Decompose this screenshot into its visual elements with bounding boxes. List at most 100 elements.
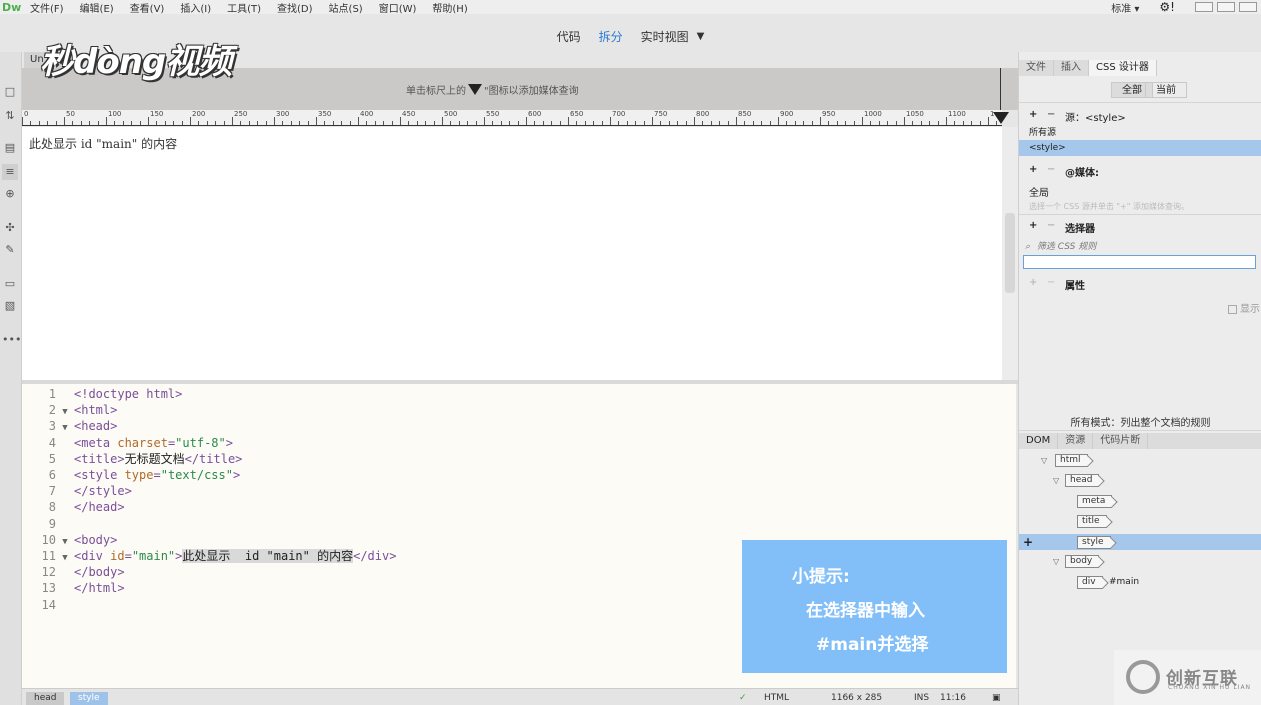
no-errors-icon[interactable]: ✓ bbox=[739, 692, 747, 705]
code-line[interactable]: 2 ▼ <html> bbox=[22, 402, 118, 418]
gear-icon[interactable]: ⚙! bbox=[1159, 0, 1175, 14]
code-line[interactable]: 12 </body> bbox=[22, 564, 125, 580]
code-line[interactable]: 10 ▼ <body> bbox=[22, 532, 118, 548]
selector-input[interactable] bbox=[1023, 255, 1256, 269]
add-selector-icon[interactable]: + bbox=[1029, 220, 1037, 231]
code-line[interactable]: 6 <style type="text/css"> bbox=[22, 467, 240, 483]
code-line[interactable]: 1 <!doctype html> bbox=[22, 386, 183, 402]
menu-view[interactable]: 查看(V) bbox=[122, 0, 173, 15]
show-set-checkbox[interactable] bbox=[1227, 304, 1237, 314]
current-mode-button[interactable]: 当前 bbox=[1145, 82, 1187, 98]
format-source-icon[interactable]: ≡ bbox=[2, 164, 18, 180]
minimize-button[interactable] bbox=[1195, 2, 1213, 12]
media-query-marker-icon bbox=[468, 84, 482, 95]
dom-node-meta[interactable]: meta bbox=[1077, 495, 1113, 508]
menu-window[interactable]: 窗口(W) bbox=[371, 0, 425, 15]
ruler-handle-icon[interactable] bbox=[993, 112, 1009, 124]
code-line[interactable]: 3 ▼ <head> bbox=[22, 418, 118, 434]
tab-css-designer[interactable]: CSS 设计器 bbox=[1089, 60, 1157, 76]
ruler-tick bbox=[853, 121, 855, 125]
menu-file[interactable]: 文件(F) bbox=[22, 0, 72, 15]
code-line[interactable]: 4 <meta charset="utf-8"> bbox=[22, 435, 233, 451]
menu-find[interactable]: 查找(D) bbox=[269, 0, 321, 15]
code-line[interactable]: 5 <title>无标题文档</title> bbox=[22, 451, 243, 467]
main-div-content[interactable]: 此处显示 id "main" 的内容 bbox=[29, 135, 177, 152]
dom-node-style[interactable]: style bbox=[1077, 536, 1111, 549]
maximize-button[interactable] bbox=[1217, 2, 1235, 12]
more-icon[interactable]: ••• bbox=[2, 332, 21, 348]
ruler-tick bbox=[660, 121, 662, 125]
new-document-icon[interactable]: □ bbox=[2, 84, 18, 100]
preview-icon[interactable]: ▣ bbox=[992, 692, 1001, 705]
tab-assets[interactable]: 资源 bbox=[1058, 433, 1094, 449]
live-view-dropdown-icon[interactable]: ▼ bbox=[697, 31, 705, 42]
comment-icon[interactable]: ▭ bbox=[2, 276, 18, 292]
dom-selected-row[interactable] bbox=[1019, 534, 1261, 550]
add-property-icon[interactable]: + bbox=[1029, 277, 1037, 288]
code-line[interactable]: 14 bbox=[22, 597, 74, 613]
remove-source-icon[interactable]: − bbox=[1047, 109, 1055, 120]
tab-snippets[interactable]: 代码片断 bbox=[1093, 433, 1149, 449]
collapse-head-icon[interactable]: ▽ bbox=[1053, 476, 1059, 485]
menu-edit[interactable]: 编辑(E) bbox=[72, 0, 122, 15]
ruler-label: 950 bbox=[822, 110, 836, 118]
code-line[interactable]: 8 </head> bbox=[22, 499, 125, 515]
wrap-tag-icon[interactable]: ✣ bbox=[2, 220, 18, 236]
tab-dom[interactable]: DOM bbox=[1019, 433, 1059, 449]
all-sources-item[interactable]: 所有源 bbox=[1019, 125, 1261, 138]
menu-tools[interactable]: 工具(T) bbox=[219, 0, 269, 15]
show-set-toggle[interactable]: 显示 bbox=[1019, 300, 1261, 315]
workspace-layout-select[interactable]: 标准 ▾ bbox=[1111, 0, 1139, 15]
live-view-scrollbar[interactable] bbox=[1002, 127, 1018, 380]
document-type-select[interactable]: HTML bbox=[764, 692, 789, 705]
split-view-button[interactable]: 拆分 bbox=[599, 28, 623, 45]
css-designer-panel: 文件 插入 CSS 设计器 全部 当前 + − 源：<style> 所有源 <s… bbox=[1018, 52, 1261, 705]
sort-icon[interactable]: ⇅ bbox=[2, 108, 18, 124]
brush-icon[interactable]: ✎ bbox=[2, 242, 18, 258]
code-token-tag: <meta bbox=[74, 435, 118, 450]
global-media-item[interactable]: 全局 bbox=[1019, 184, 1261, 199]
filter-css-rules[interactable]: ⌕ 筛选 CSS 规则 bbox=[1019, 239, 1261, 252]
live-view-button[interactable]: 实时视图 bbox=[641, 28, 689, 45]
dom-node-title[interactable]: title bbox=[1077, 515, 1107, 528]
menu-insert[interactable]: 插入(I) bbox=[172, 0, 219, 15]
scrollbar-thumb[interactable] bbox=[1005, 213, 1015, 293]
tag-crumb-head[interactable]: head bbox=[26, 692, 65, 705]
close-button[interactable] bbox=[1239, 2, 1257, 12]
dom-node-head[interactable]: head bbox=[1065, 474, 1100, 487]
add-source-icon[interactable]: + bbox=[1029, 109, 1037, 120]
collapse-html-icon[interactable]: ▽ bbox=[1041, 456, 1047, 465]
style-source-item[interactable]: <style> bbox=[1019, 140, 1261, 156]
ruler[interactable]: 0 50 100 150 200 250 300 350 400 450 500 550 600 650 7… bbox=[22, 110, 1002, 126]
status-bar: head style ✓ HTML 1166 x 285 INS 11:16 ▣ bbox=[22, 688, 1018, 705]
window-size-select[interactable]: 1166 x 285 bbox=[831, 692, 882, 705]
dom-node-div[interactable]: div bbox=[1077, 576, 1103, 589]
file-manage-icon[interactable]: ▤ bbox=[2, 140, 18, 156]
code-line[interactable]: 11 ▼ <div id="main">此处显示 id "main" 的内容</di… bbox=[22, 548, 396, 564]
snippet-icon[interactable]: ▧ bbox=[2, 298, 18, 314]
ruler-tick bbox=[248, 121, 250, 125]
code-line[interactable]: 13 </html> bbox=[22, 580, 125, 596]
add-element-icon[interactable]: + bbox=[1023, 535, 1033, 549]
dom-node-html[interactable]: html bbox=[1055, 454, 1088, 467]
tag-crumb-style[interactable]: style bbox=[70, 692, 108, 705]
menu-help[interactable]: 帮助(H) bbox=[424, 0, 475, 15]
remove-property-icon[interactable]: − bbox=[1047, 277, 1055, 288]
remove-selector-icon[interactable]: − bbox=[1047, 220, 1055, 231]
add-media-icon[interactable]: + bbox=[1029, 164, 1037, 175]
tip-title: 小提示: bbox=[792, 567, 850, 587]
ruler-tick bbox=[878, 121, 880, 125]
live-view[interactable]: 此处显示 id "main" 的内容 bbox=[22, 127, 1002, 380]
line-number: 5 bbox=[48, 451, 56, 466]
dom-node-body[interactable]: body bbox=[1065, 555, 1100, 568]
collapse-body-icon[interactable]: ▽ bbox=[1053, 557, 1059, 566]
tab-files[interactable]: 文件 bbox=[1019, 60, 1054, 76]
tab-insert[interactable]: 插入 bbox=[1054, 60, 1089, 76]
code-line[interactable]: 7 </style> bbox=[22, 483, 132, 499]
remove-media-icon[interactable]: − bbox=[1047, 164, 1055, 175]
code-line[interactable]: 9 bbox=[22, 516, 74, 532]
ruler-tick bbox=[316, 117, 317, 125]
code-view-button[interactable]: 代码 bbox=[557, 28, 581, 45]
menu-site[interactable]: 站点(S) bbox=[321, 0, 371, 15]
target-icon[interactable]: ⊕ bbox=[2, 186, 18, 202]
